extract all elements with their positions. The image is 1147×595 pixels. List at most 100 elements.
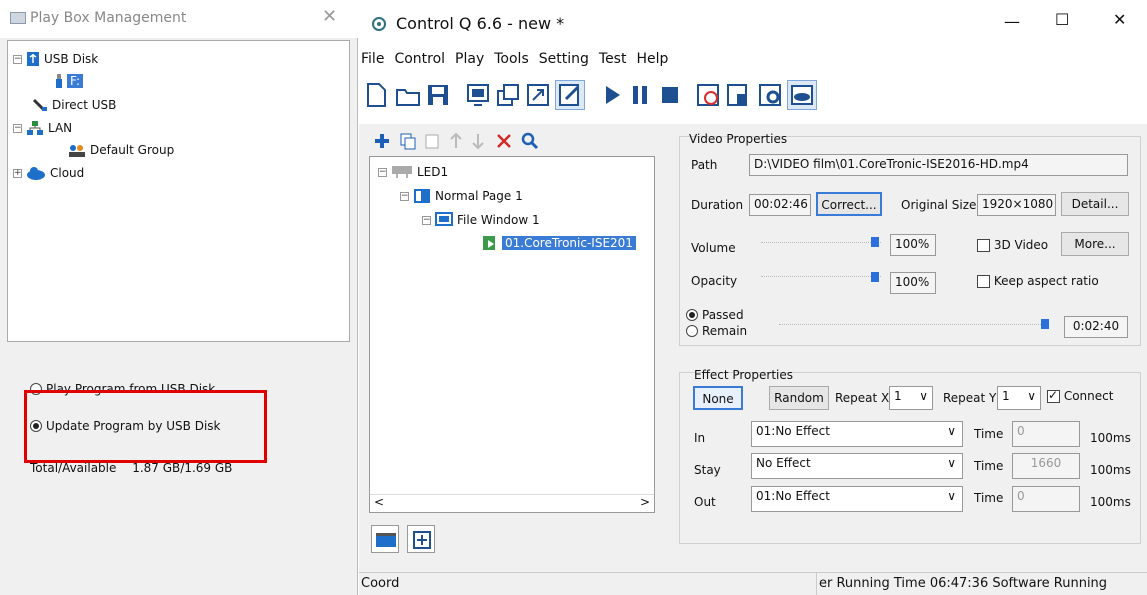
collapse-icon[interactable]: − [13,123,22,133]
keep-aspect-checkbox[interactable]: Keep aspect ratio [977,274,1099,288]
move-up-icon[interactable] [449,132,463,150]
original-size-label: Original Size [901,198,977,212]
menu-setting[interactable]: Setting [539,51,589,67]
playback-slider-thumb[interactable] [1041,319,1049,329]
menu-tools[interactable]: Tools [494,51,529,67]
tree-node-usb-disk[interactable]: − USB Disk [13,51,98,67]
pause-icon[interactable] [627,82,653,108]
effect-out-time[interactable]: 0 [1012,486,1080,512]
collapse-icon[interactable]: − [400,191,409,201]
chevron-down-icon: ∨ [947,456,956,470]
video-properties-title: Video Properties [689,132,788,146]
3d-video-checkbox[interactable]: 3D Video [977,238,1048,252]
remain-radio[interactable]: Remain [686,324,747,338]
add-media-icon[interactable] [407,525,435,553]
collapse-icon[interactable]: − [378,167,387,177]
checkbox[interactable] [977,275,990,288]
volume-value[interactable]: 100% [890,234,936,256]
network-icon [27,121,43,135]
schedule-icon[interactable] [695,82,721,108]
tree-node-file-window[interactable]: − File Window 1 [422,212,540,228]
opacity-value[interactable]: 100% [890,272,936,294]
delete-icon[interactable] [495,132,513,150]
effect-in-time[interactable]: 0 [1012,421,1080,447]
expand-icon[interactable]: + [13,168,22,178]
repeat-x-select[interactable]: 1 ∨ [889,386,933,410]
close-icon[interactable]: ✕ [322,6,337,27]
checkbox-label: Connect [1063,389,1114,403]
cloud-publish-icon[interactable] [787,80,817,110]
tree-node-normal-page[interactable]: − Normal Page 1 [400,188,523,204]
tree-node-f-drive[interactable]: F: [55,73,84,89]
search-icon[interactable] [521,132,539,150]
paste-icon[interactable] [423,132,441,150]
screen-icon[interactable] [465,82,491,108]
volume-slider-thumb[interactable] [871,237,879,247]
horizontal-scrollbar[interactable]: < > [370,494,654,512]
collapse-icon[interactable]: − [13,54,22,64]
checkbox[interactable] [1047,388,1060,403]
more-button[interactable]: More... [1061,232,1129,256]
none-button[interactable]: None [693,386,743,410]
tree-node-default-group[interactable]: Default Group [68,143,174,157]
checkbox-label: 3D Video [993,238,1049,252]
effect-in-select[interactable]: 01:No Effect ∨ [751,421,963,447]
volume-slider[interactable] [761,242,881,243]
detail-button[interactable]: Detail... [1061,192,1129,216]
fullscreen-icon[interactable] [525,82,551,108]
playback-slider[interactable] [779,324,1047,325]
tree-node-video-file[interactable]: 01.CoreTronic-ISE201 [482,235,636,251]
tree-node-lan[interactable]: − LAN [13,120,72,136]
opacity-slider[interactable] [761,276,881,277]
usb-stick-icon [56,74,62,88]
stop-icon[interactable] [657,82,683,108]
random-button[interactable]: Random [769,386,829,410]
tree-node-cloud[interactable]: + Cloud [13,166,84,180]
radio-button[interactable] [686,309,698,321]
settings-icon[interactable] [757,82,783,108]
menu-control[interactable]: Control [394,51,445,67]
save-icon[interactable] [425,82,451,108]
toolbar [359,74,1147,124]
maximize-button[interactable]: ☐ [1055,10,1069,29]
media-library-icon[interactable] [371,525,399,553]
copy-icon[interactable] [399,132,417,150]
effect-stay-select[interactable]: No Effect ∨ [751,453,963,479]
menu-file[interactable]: File [361,51,384,67]
status-coord: Coord [361,576,400,591]
repeat-y-select[interactable]: 1 ∨ [997,386,1041,410]
opacity-slider-thumb[interactable] [871,272,879,282]
lock-icon[interactable] [725,82,751,108]
passed-radio[interactable]: Passed [686,308,744,322]
device-tree[interactable]: − USB Disk F: Direct USB − LAN Default G… [7,40,350,342]
correct-button[interactable]: Correct... [816,192,882,216]
connect-checkbox[interactable]: Connect [1047,388,1114,403]
open-folder-icon[interactable] [395,82,421,108]
effect-out-select[interactable]: 01:No Effect ∨ [751,486,963,512]
move-down-icon[interactable] [471,132,485,150]
minimize-button[interactable]: — [1004,12,1020,31]
tree-node-led1[interactable]: − LED1 [378,165,448,179]
menu-test[interactable]: Test [599,51,627,67]
play-icon[interactable] [599,82,625,108]
new-file-icon[interactable] [363,82,389,108]
add-icon[interactable] [373,132,391,150]
program-tree[interactable]: − LED1 − Normal Page 1 − File Window 1 0… [369,156,655,513]
edit-icon[interactable] [555,80,585,110]
menu-help[interactable]: Help [636,51,668,67]
tree-node-direct-usb[interactable]: Direct USB [32,98,116,112]
duration-field[interactable]: 00:02:46 [749,194,811,216]
menu-play[interactable]: Play [455,51,484,67]
status-bar: Coord er Running Time 06:47:36 Software … [359,572,1147,595]
path-field[interactable]: D:\VIDEO film\01.CoreTronic-ISE2016-HD.m… [749,154,1128,176]
radio-button[interactable] [686,325,698,337]
checkbox[interactable] [977,239,990,252]
scroll-left-icon[interactable]: < [374,495,384,509]
effect-stay-time[interactable]: 1660 [1012,453,1080,479]
unit-label: 100ms [1090,495,1131,509]
scroll-right-icon[interactable]: > [640,495,650,509]
window-icon[interactable] [495,82,521,108]
collapse-icon[interactable]: − [422,215,431,225]
close-button[interactable]: ✕ [1113,10,1126,29]
total-available-value: 1.87 GB/1.69 GB [132,461,233,475]
